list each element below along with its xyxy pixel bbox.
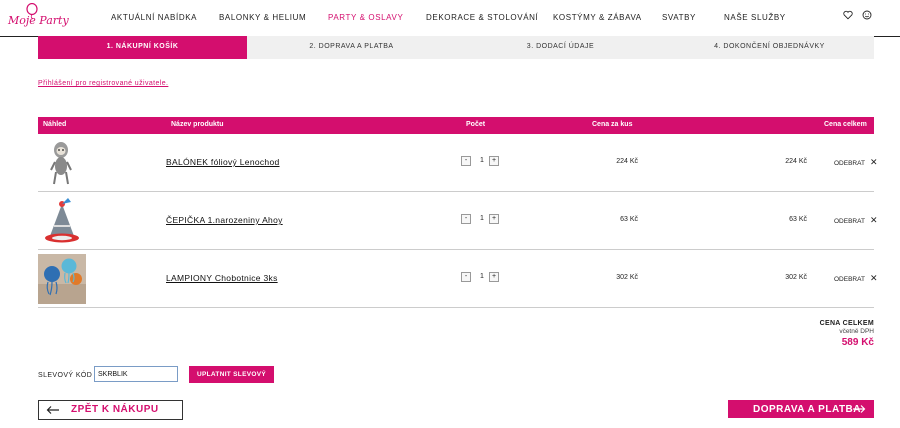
close-icon: ✕ [869,215,878,225]
checkout-steps: 1. NÁKUPNÍ KOŠÍK 2. DOPRAVA A PLATBA 3. … [38,36,874,59]
remove-button[interactable]: ODEBRAT ✕ [834,157,878,168]
main-nav: AKTUÁLNÍ NABÍDKA BALONKY & HELIUM PARTY … [0,13,900,25]
qty-value[interactable]: 1 [477,273,487,280]
unit-price: 224 Kč [616,158,638,165]
table-row: BALÓNEK fóliový Lenochod - 1 + 224 Kč 22… [38,134,878,192]
step-order-completion[interactable]: 4. DOKONČENÍ OBJEDNÁVKY [665,36,874,59]
user-icon[interactable] [862,10,872,20]
apply-voucher-button[interactable]: UPLATNIT SLEVOVÝ KÓD [189,366,274,395]
voucher-label: SLEVOVÝ KÓD [38,372,93,379]
total-vat-note: včetně DPH [839,328,874,335]
qty-plus-button[interactable]: + [489,214,499,224]
qty-value[interactable]: 1 [477,215,487,222]
total-label: CENA CELKEM [819,320,874,327]
row-total: 224 Kč [785,158,807,165]
qty-plus-button[interactable]: + [489,156,499,166]
nav-item-balonky-helium[interactable]: BALONKY & HELIUM [219,13,306,22]
header-unit-price: Cena za kus [592,121,633,128]
nav-item-party-oslavy[interactable]: PARTY & OSLAVY [328,13,403,22]
nav-item-aktualni-nabidka[interactable]: AKTUÁLNÍ NABÍDKA [111,13,197,22]
unit-price: 302 Kč [616,274,638,281]
remove-button[interactable]: ODEBRAT ✕ [834,273,878,284]
product-name-link[interactable]: ČEPIČKA 1.narozeniny Ahoy [166,215,283,225]
header-quantity: Počet [466,121,486,128]
product-name-link[interactable]: LAMPIONY Chobotnice 3ks [166,273,278,283]
remove-button[interactable]: ODEBRAT ✕ [834,215,878,226]
product-thumbnail[interactable] [38,196,86,246]
product-thumbnail[interactable] [38,254,86,304]
cart-totals: CENA CELKEM včetně DPH 589 Kč [820,320,874,348]
qty-minus-button[interactable]: - [461,272,471,282]
voucher-input[interactable] [94,366,178,382]
nav-item-svatby[interactable]: SVATBY [662,13,696,22]
row-total: 63 Kč [789,216,807,223]
remove-label: ODEBRAT [834,160,865,167]
heart-icon[interactable] [843,10,853,20]
step-delivery-details[interactable]: 3. DODACÍ ÚDAJE [456,36,665,59]
remove-label: ODEBRAT [834,276,865,283]
qty-minus-button[interactable]: - [461,214,471,224]
remove-label: ODEBRAT [834,218,865,225]
total-price: 589 Kč [841,337,874,348]
product-thumbnail[interactable] [38,138,86,188]
arrow-right-icon [853,405,866,413]
header-product: Název produktu [171,121,224,128]
unit-price: 63 Kč [620,216,638,223]
next-button-label: DOPRAVA A PLATBA [753,404,861,415]
qty-value[interactable]: 1 [477,157,487,164]
header-total: Cena celkem [824,121,867,128]
close-icon: ✕ [869,157,878,167]
back-button-label: ZPĚT K NÁKUPU [71,404,159,415]
back-to-shop-button[interactable]: ZPĚT K NÁKUPU [38,400,183,420]
nav-item-kostymy-zabava[interactable]: KOSTÝMY & ZÁBAVA [553,13,642,22]
nav-item-dekorace-stolovani[interactable]: DEKORACE & STOLOVÁNÍ [426,13,538,22]
product-name-link[interactable]: BALÓNEK fóliový Lenochod [166,157,280,167]
nav-item-nase-sluzby[interactable]: NAŠE SLUŽBY [724,13,786,22]
arrow-left-icon [46,406,59,414]
login-link[interactable]: Přihlášení pro registrované uživatele. [38,80,168,87]
continue-shipping-payment-button[interactable]: DOPRAVA A PLATBA [728,400,874,418]
table-row: LAMPIONY Chobotnice 3ks - 1 + 302 Kč 302… [38,250,878,308]
step-shipping-payment[interactable]: 2. DOPRAVA A PLATBA [247,36,456,59]
site-header: Moje Party AKTUÁLNÍ NABÍDKA BALONKY & HE… [0,0,900,37]
table-row: ČEPIČKA 1.narozeniny Ahoy - 1 + 63 Kč 63… [38,192,878,250]
header-preview: Náhled [43,121,67,128]
qty-plus-button[interactable]: + [489,272,499,282]
close-icon: ✕ [869,273,878,283]
qty-minus-button[interactable]: - [461,156,471,166]
step-cart[interactable]: 1. NÁKUPNÍ KOŠÍK [38,36,247,59]
row-total: 302 Kč [785,274,807,281]
table-header: Náhled Název produktu Počet Cena za kus … [38,117,874,134]
